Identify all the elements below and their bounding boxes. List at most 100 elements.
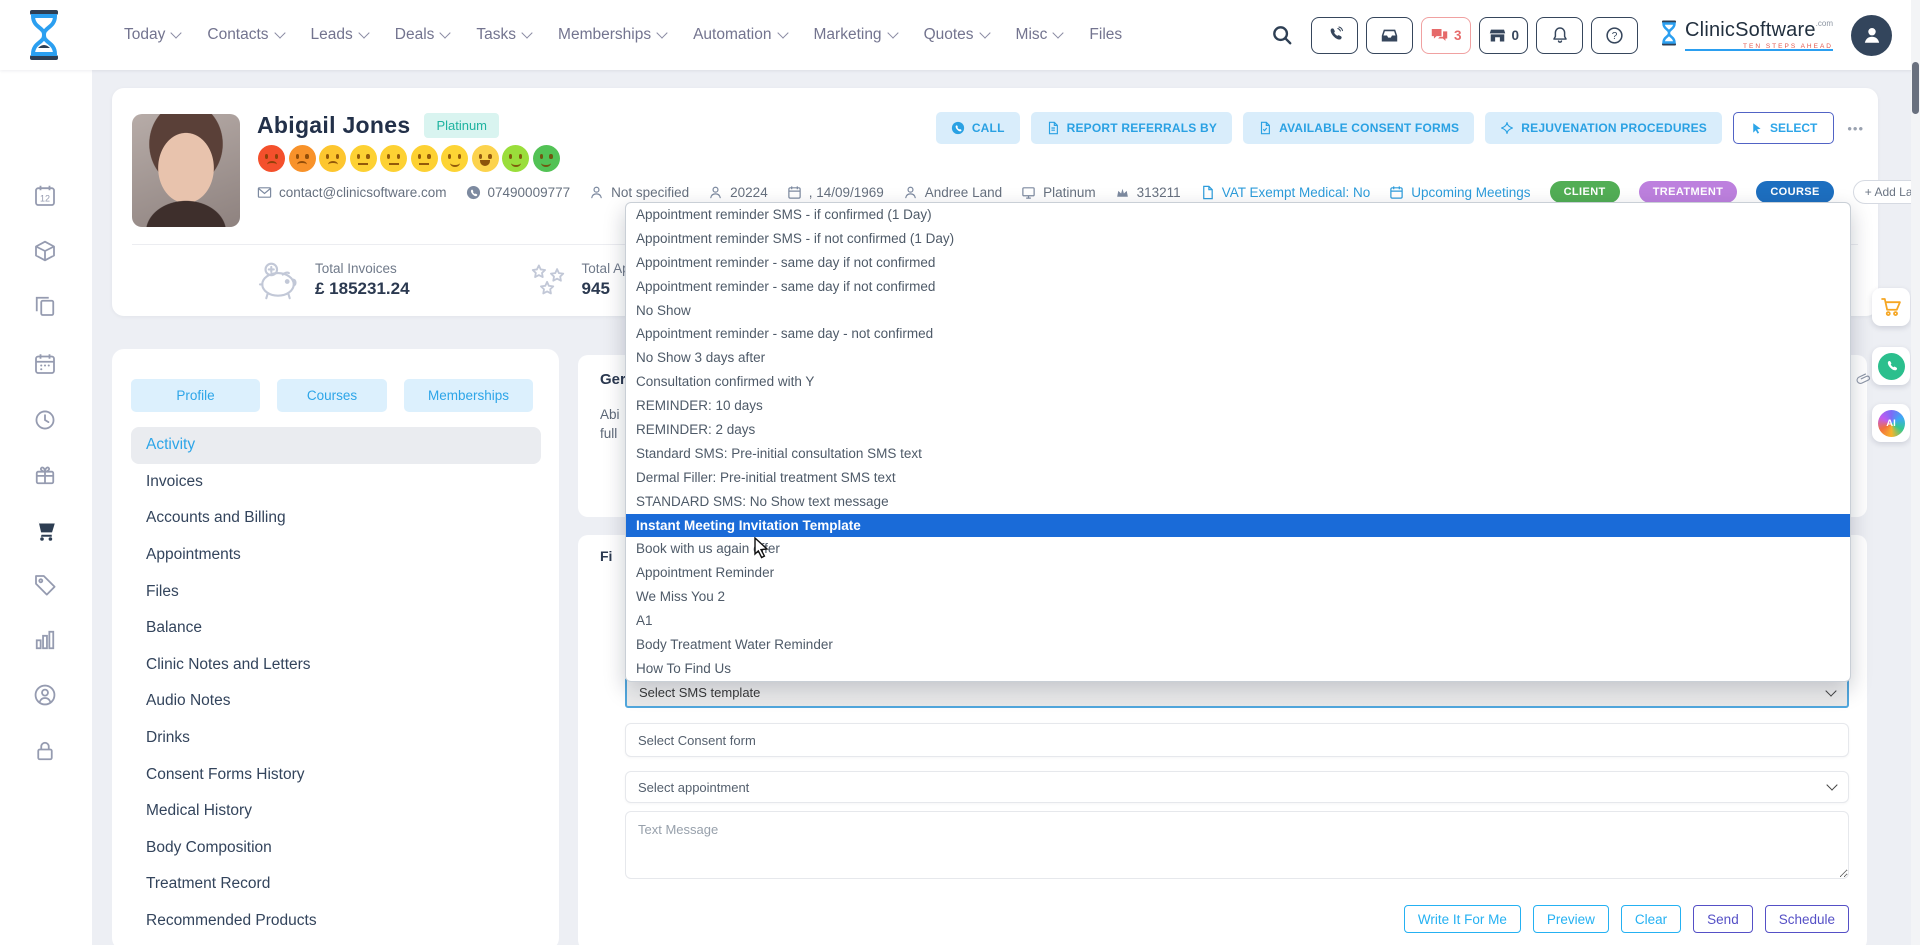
rail-user-circle-icon[interactable]: [33, 683, 59, 709]
sidebar-item-body-composition[interactable]: Body Composition: [131, 830, 541, 867]
appointment-select[interactable]: Select appointment: [625, 771, 1849, 803]
mood-face-4[interactable]: [350, 145, 377, 172]
nav-item-memberships[interactable]: Memberships: [558, 26, 666, 44]
dropdown-option[interactable]: Body Treatment Water Reminder: [626, 633, 1850, 657]
floating-cart-button[interactable]: [1872, 288, 1910, 326]
search-icon[interactable]: [1271, 24, 1293, 46]
dropdown-option[interactable]: Book with us again offer: [626, 537, 1850, 561]
mood-face-9[interactable]: [502, 145, 529, 172]
mood-face-3[interactable]: [319, 145, 346, 172]
page-scrollbar[interactable]: [1911, 0, 1920, 945]
nav-item-leads[interactable]: Leads: [311, 26, 368, 44]
write-it-for-me-button[interactable]: Write It For Me: [1404, 905, 1521, 933]
sidebar-item-clinic-notes-and-letters[interactable]: Clinic Notes and Letters: [131, 647, 541, 684]
phone-call-button[interactable]: [1311, 17, 1358, 54]
rail-copy-icon[interactable]: [33, 294, 59, 320]
dropdown-option[interactable]: Consultation confirmed with Y: [626, 370, 1850, 394]
rail-gift-icon[interactable]: [33, 463, 59, 489]
mood-face-10[interactable]: [533, 145, 560, 172]
client-label-badge[interactable]: COURSE: [1756, 181, 1833, 203]
sidebar-item-invoices[interactable]: Invoices: [131, 464, 541, 501]
nav-item-misc[interactable]: Misc: [1016, 26, 1063, 44]
dropdown-option[interactable]: REMINDER: 10 days: [626, 394, 1850, 418]
rejuvenation-procedures-button[interactable]: REJUVENATION PROCEDURES: [1485, 112, 1722, 144]
sidebar-item-appointments[interactable]: Appointments: [131, 537, 541, 574]
page-scrollbar-thumb[interactable]: [1912, 62, 1919, 114]
sidebar-item-accounts-and-billing[interactable]: Accounts and Billing: [131, 500, 541, 537]
dropdown-option[interactable]: Appointment reminder SMS - if not confir…: [626, 227, 1850, 251]
client-label-badge[interactable]: TREATMENT: [1639, 181, 1738, 203]
chat-button[interactable]: 3: [1421, 17, 1471, 54]
client-photo[interactable]: [132, 114, 240, 227]
dropdown-option[interactable]: No Show 3 days after: [626, 346, 1850, 370]
consent-form-select[interactable]: Select Consent form: [625, 723, 1849, 757]
dropdown-option[interactable]: Instant Meeting Invitation Template: [626, 514, 1850, 538]
dropdown-option[interactable]: STANDARD SMS: No Show text message: [626, 490, 1850, 514]
report-referrals-by-button[interactable]: REPORT REFERRALS BY: [1031, 112, 1232, 144]
contact-chip[interactable]: VAT Exempt Medical: No: [1200, 185, 1371, 200]
nav-item-quotes[interactable]: Quotes: [924, 26, 989, 44]
user-avatar[interactable]: [1851, 15, 1892, 56]
dropdown-option[interactable]: We Miss You 2: [626, 585, 1850, 609]
rail-tag-icon[interactable]: [33, 573, 59, 599]
tab-courses[interactable]: Courses: [277, 379, 387, 412]
hourglass-logo-icon[interactable]: [22, 8, 66, 62]
add-label-button[interactable]: + Add Label: [1853, 180, 1920, 204]
nav-item-files[interactable]: Files: [1089, 26, 1122, 44]
available-consent-forms-button[interactable]: AVAILABLE CONSENT FORMS: [1243, 112, 1474, 144]
sidebar-item-balance[interactable]: Balance: [131, 610, 541, 647]
rail-history-icon[interactable]: [33, 408, 59, 434]
dropdown-option[interactable]: Appointment reminder SMS - if confirmed …: [626, 203, 1850, 227]
dropdown-option[interactable]: Appointment reminder - same day if not c…: [626, 251, 1850, 275]
nav-item-tasks[interactable]: Tasks: [476, 26, 531, 44]
rail-lock-icon[interactable]: [33, 739, 59, 765]
dropdown-option[interactable]: Appointment reminder - same day if not c…: [626, 275, 1850, 299]
schedule-button[interactable]: Schedule: [1765, 905, 1849, 933]
send-button[interactable]: Send: [1693, 905, 1753, 933]
tab-profile[interactable]: Profile: [131, 379, 260, 412]
dropdown-option[interactable]: Standard SMS: Pre-initial consultation S…: [626, 442, 1850, 466]
dropdown-option[interactable]: Dermal Filler: Pre-initial treatment SMS…: [626, 466, 1850, 490]
preview-button[interactable]: Preview: [1533, 905, 1609, 933]
mood-face-2[interactable]: [289, 145, 316, 172]
rail-calendar-12-icon[interactable]: 12: [33, 184, 59, 210]
rail-chart-icon[interactable]: [33, 628, 59, 654]
mood-face-1[interactable]: [258, 145, 285, 172]
text-message-input[interactable]: [625, 811, 1849, 879]
sidebar-item-consent-forms-history[interactable]: Consent Forms History: [131, 756, 541, 793]
sidebar-item-medical-history[interactable]: Medical History: [131, 793, 541, 830]
mood-face-5[interactable]: [380, 145, 407, 172]
brand-logo[interactable]: ClinicSoftware.comTEN STEPS AHEAD: [1658, 19, 1833, 51]
nav-item-marketing[interactable]: Marketing: [814, 26, 897, 44]
dropdown-option[interactable]: A1: [626, 609, 1850, 633]
dropdown-option[interactable]: How To Find Us: [626, 657, 1850, 681]
dropdown-option[interactable]: REMINDER: 2 days: [626, 418, 1850, 442]
floating-ai-button[interactable]: AI: [1872, 404, 1910, 442]
contact-chip[interactable]: Upcoming Meetings: [1389, 185, 1530, 200]
inbox-button[interactable]: [1366, 17, 1413, 54]
sidebar-item-audio-notes[interactable]: Audio Notes: [131, 683, 541, 720]
rail-cart-icon[interactable]: [33, 518, 59, 544]
nav-item-today[interactable]: Today: [124, 26, 180, 44]
more-options-button[interactable]: •••: [1847, 121, 1864, 136]
rail-calendar-grid-icon[interactable]: [33, 352, 59, 378]
client-label-badge[interactable]: CLIENT: [1550, 181, 1620, 203]
tab-memberships[interactable]: Memberships: [404, 379, 533, 412]
select-button[interactable]: SELECT: [1733, 112, 1834, 144]
dropdown-option[interactable]: Appointment reminder - same day - not co…: [626, 322, 1850, 346]
help-button[interactable]: ?: [1591, 17, 1638, 54]
mood-face-6[interactable]: [411, 145, 438, 172]
nav-item-deals[interactable]: Deals: [395, 26, 450, 44]
dropdown-option[interactable]: No Show: [626, 299, 1850, 323]
nav-item-contacts[interactable]: Contacts: [207, 26, 283, 44]
mood-face-8[interactable]: [472, 145, 499, 172]
call-button[interactable]: CALL: [936, 112, 1020, 144]
mood-face-7[interactable]: [441, 145, 468, 172]
sidebar-item-drinks[interactable]: Drinks: [131, 720, 541, 757]
clear-button[interactable]: Clear: [1621, 905, 1681, 933]
dropdown-option[interactable]: Appointment Reminder: [626, 561, 1850, 585]
sidebar-item-files[interactable]: Files: [131, 573, 541, 610]
sidebar-item-treatment-record[interactable]: Treatment Record: [131, 866, 541, 903]
notifications-button[interactable]: [1536, 17, 1583, 54]
nav-item-automation[interactable]: Automation: [693, 26, 786, 44]
